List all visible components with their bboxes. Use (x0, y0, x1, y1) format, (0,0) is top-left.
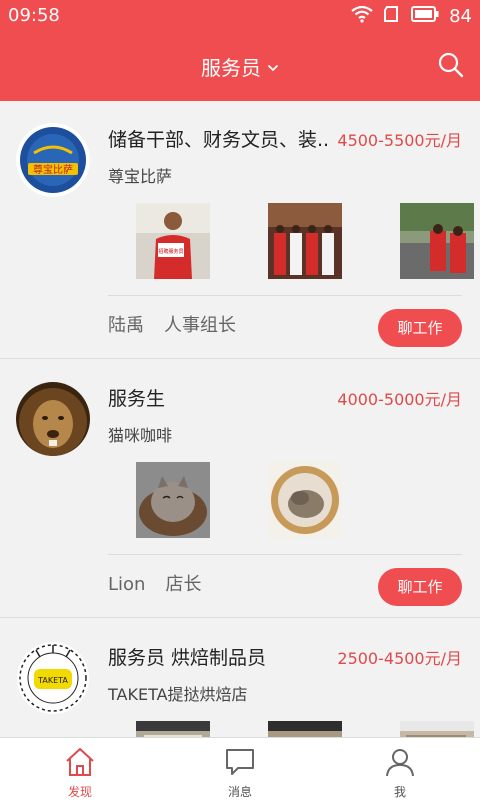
job-card[interactable]: TAKETA 服务员 烘焙制品员 2500-4500元/月 TAKETA提挞烘焙… (0, 619, 480, 737)
chat-button[interactable]: 聊工作 (378, 309, 462, 347)
workplace-photo[interactable] (268, 721, 342, 737)
workplace-photo[interactable] (268, 462, 342, 538)
page-title: 服务员 (201, 56, 261, 80)
workplace-photo[interactable] (400, 203, 474, 279)
search-button[interactable] (436, 50, 466, 80)
sim-card-icon (383, 5, 401, 28)
salary: 4500-5500元/月 (337, 131, 462, 150)
divider (108, 295, 462, 296)
recruiter-info: Lion 店长 (108, 570, 201, 596)
job-list[interactable]: 尊宝比萨 储备干部、财务文员、装.. 4500-5500元/月 尊宝比萨 招聘服… (0, 101, 480, 737)
home-icon (66, 748, 94, 776)
wifi-icon (351, 5, 373, 28)
salary: 2500-4500元/月 (337, 649, 462, 668)
company-name: 猫咪咖啡 (108, 426, 173, 445)
company-name: TAKETA提挞烘焙店 (108, 685, 248, 704)
title-bar: 服务员 (0, 40, 480, 92)
tab-label: 消息 (227, 785, 252, 799)
status-time: 09:58 (8, 5, 60, 26)
logo-text: TAKETA (37, 676, 68, 685)
search-icon (438, 52, 464, 78)
tab-label: 发现 (67, 785, 92, 799)
message-icon (226, 749, 254, 775)
recruiter-role: 店长 (165, 574, 202, 595)
company-name: 尊宝比萨 (108, 167, 173, 186)
job-card[interactable]: 尊宝比萨 储备干部、财务文员、装.. 4500-5500元/月 尊宝比萨 招聘服… (0, 101, 480, 359)
company-logo: 尊宝比萨 (16, 123, 90, 197)
company-logo: TAKETA (16, 641, 90, 715)
workplace-photo[interactable] (400, 721, 474, 737)
recruiter-name: 陆禹 (108, 315, 144, 336)
chevron-down-icon (267, 53, 279, 77)
workplace-photos (136, 462, 480, 538)
workplace-photo[interactable] (136, 462, 210, 538)
workplace-photos: 招聘服务员 (136, 203, 480, 279)
recruiter-name: Lion (108, 574, 146, 595)
status-bar: 09:58 84 (0, 0, 480, 32)
tab-messages[interactable]: 消息 (160, 738, 320, 800)
tab-discover[interactable]: 发现 (0, 738, 160, 800)
tab-profile[interactable]: 我 (320, 738, 480, 800)
battery-icon (411, 6, 439, 27)
divider (108, 554, 462, 555)
status-icons: 84 (351, 5, 472, 28)
app-header: 09:58 84 服务员 (0, 0, 480, 101)
recruiter-role: 人事组长 (164, 315, 236, 336)
workplace-photos (136, 721, 480, 737)
workplace-photo[interactable]: 招聘服务员 (136, 203, 210, 279)
workplace-photo[interactable] (136, 721, 210, 737)
tab-label: 我 (393, 785, 406, 799)
photo-caption: 招聘服务员 (158, 248, 183, 255)
job-category-selector[interactable]: 服务员 (0, 52, 480, 81)
job-title: 储备干部、财务文员、装.. (108, 129, 330, 151)
chat-button[interactable]: 聊工作 (378, 568, 462, 606)
job-title: 服务生 (108, 388, 166, 410)
battery-level: 84 (449, 6, 472, 27)
workplace-photo[interactable] (268, 203, 342, 279)
bottom-tab-bar: 发现 消息 我 (0, 737, 480, 800)
job-title: 服务员 烘焙制品员 (108, 647, 267, 669)
profile-icon (386, 749, 414, 777)
job-card[interactable]: 服务生 4000-5000元/月 猫咪咖啡 Lion 店长 聊工作 (0, 360, 480, 618)
logo-text: 尊宝比萨 (33, 163, 73, 176)
recruiter-avatar (16, 382, 90, 456)
salary: 4000-5000元/月 (337, 390, 462, 409)
recruiter-info: 陆禹 人事组长 (108, 311, 236, 337)
